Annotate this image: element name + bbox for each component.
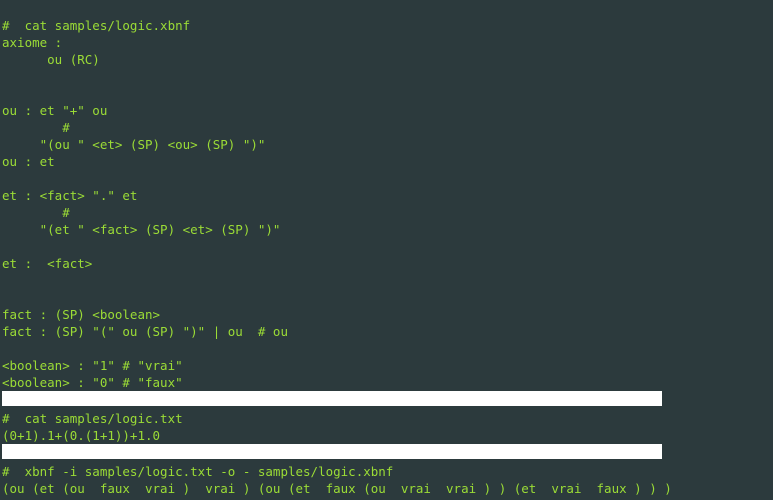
terminal-line: axiome : <box>2 34 771 51</box>
terminal-line: ou : et "+" ou <box>2 102 771 119</box>
terminal-text: (0+1).1+(0.(1+1))+1.0 <box>2 428 160 443</box>
terminal-text: ou : et "+" ou <box>2 103 107 118</box>
terminal-text: "(et " <fact> (SP) <et> (SP) ")" <box>2 222 280 237</box>
terminal-text: <boolean> : "1" # "vrai" <box>2 358 183 373</box>
terminal-line: # xbnf -i samples/logic.txt -o - samples… <box>2 463 771 480</box>
terminal-line: (0+1).1+(0.(1+1))+1.0 <box>2 427 771 444</box>
terminal-text: (ou (et (ou faux vrai ) vrai ) (ou (et f… <box>2 481 672 496</box>
terminal-line: # <box>2 119 771 136</box>
terminal-line <box>2 272 771 289</box>
terminal-line: fact : (SP) "(" ou (SP) ")" | ou # ou <box>2 323 771 340</box>
terminal-line <box>2 68 771 85</box>
terminal-text: # <box>2 120 70 135</box>
terminal-line <box>2 391 771 410</box>
terminal-text: # <box>2 205 70 220</box>
terminal-line: # cat samples/logic.xbnf <box>2 17 771 34</box>
terminal-text: <boolean> : "0" # "faux" <box>2 375 183 390</box>
terminal-line: "(ou " <et> (SP) <ou> (SP) ")" <box>2 136 771 153</box>
terminal-line: ou (RC) <box>2 51 771 68</box>
terminal-line: <boolean> : "0" # "faux" <box>2 374 771 391</box>
terminal-line <box>2 340 771 357</box>
inverse-bar <box>2 444 662 459</box>
terminal-text: # xbnf -i samples/logic.txt -o - samples… <box>2 464 393 479</box>
terminal-text: "(ou " <et> (SP) <ou> (SP) ")" <box>2 137 265 152</box>
terminal-text: et : <fact> <box>2 256 92 271</box>
terminal[interactable]: # cat samples/logic.xbnf axiome : ou (RC)… <box>0 0 773 497</box>
terminal-text: ou (RC) <box>2 52 100 67</box>
terminal-text: fact : (SP) <boolean> <box>2 307 160 322</box>
terminal-line <box>2 170 771 187</box>
inverse-bar <box>2 391 662 406</box>
terminal-text: fact : (SP) "(" ou (SP) ")" | ou # ou <box>2 324 288 339</box>
terminal-line: et : <fact> "." et <box>2 187 771 204</box>
terminal-line: fact : (SP) <boolean> <box>2 306 771 323</box>
terminal-text: ou : et <box>2 154 55 169</box>
terminal-line: (ou (et (ou faux vrai ) vrai ) (ou (et f… <box>2 480 771 497</box>
terminal-text: # cat samples/logic.txt <box>2 411 183 426</box>
terminal-line: # cat samples/logic.txt <box>2 410 771 427</box>
terminal-line <box>2 85 771 102</box>
terminal-line: # <box>2 204 771 221</box>
terminal-line: <boolean> : "1" # "vrai" <box>2 357 771 374</box>
terminal-text: axiome : <box>2 35 62 50</box>
terminal-line: "(et " <fact> (SP) <et> (SP) ")" <box>2 221 771 238</box>
terminal-text: # cat samples/logic.xbnf <box>2 18 190 33</box>
terminal-line <box>2 289 771 306</box>
terminal-line <box>2 238 771 255</box>
terminal-text: et : <fact> "." et <box>2 188 137 203</box>
terminal-line: ou : et <box>2 153 771 170</box>
terminal-line: et : <fact> <box>2 255 771 272</box>
terminal-line <box>2 444 771 463</box>
